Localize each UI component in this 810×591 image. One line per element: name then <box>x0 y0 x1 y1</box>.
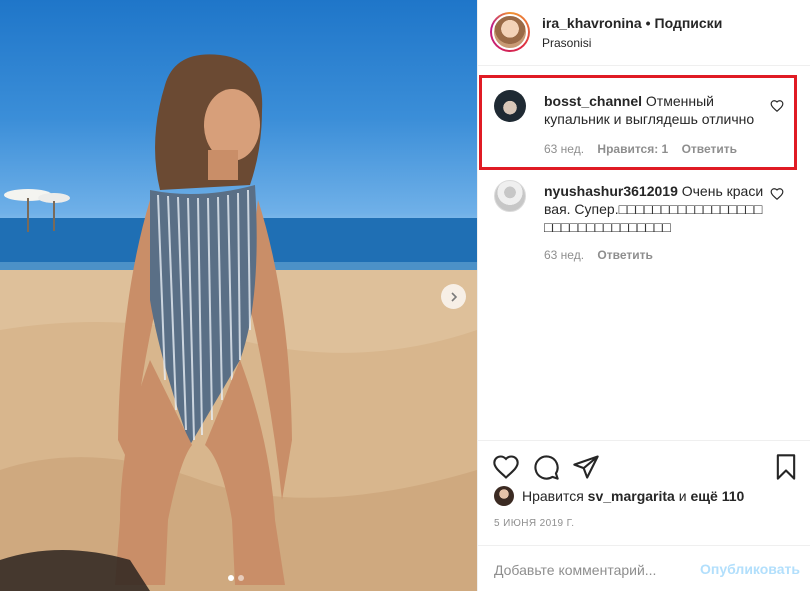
likes-prefix: Нравится <box>522 488 584 504</box>
comment-age[interactable]: 63 нед. <box>544 142 584 156</box>
liker-avatar[interactable] <box>494 486 514 506</box>
likes-summary: Нравится sv_margarita и ещё 110 <box>494 486 744 506</box>
comment-username[interactable]: bosst_channel <box>544 93 642 109</box>
heart-icon[interactable] <box>770 99 784 113</box>
heart-icon[interactable] <box>492 453 520 481</box>
add-comment-bar: Опубликовать <box>478 545 810 591</box>
reply-button[interactable]: Ответить <box>597 248 652 262</box>
comment-icon[interactable] <box>532 453 560 481</box>
comment-username[interactable]: nyushashur3612019 <box>544 183 678 199</box>
publish-button[interactable]: Опубликовать <box>700 561 800 577</box>
following-button[interactable]: Подписки <box>655 15 723 31</box>
default-avatar-icon[interactable] <box>494 180 526 212</box>
post-side-panel: ira_khavronina • Подписки Prasonisi bosst_… <box>477 0 810 591</box>
next-photo-button[interactable] <box>441 284 466 309</box>
author-username[interactable]: ira_khavronina <box>542 15 642 31</box>
post-date[interactable]: 5 июня 2019 г. <box>494 518 574 529</box>
comment-text: nyushashur3612019 Очень красивая. Супер.… <box>544 182 770 236</box>
post-photo[interactable] <box>0 0 477 591</box>
beach-photo-illustration <box>0 54 477 591</box>
likes-others-link[interactable]: ещё 110 <box>690 488 744 504</box>
reply-button[interactable]: Ответить <box>682 142 737 156</box>
comment-likes[interactable]: Нравится: 1 <box>597 142 668 156</box>
comment-meta: 63 нед. Ответить <box>544 248 663 262</box>
share-icon[interactable] <box>572 453 600 481</box>
comment-input[interactable] <box>494 560 694 580</box>
liker-username[interactable]: sv_margarita <box>588 488 675 504</box>
post-location[interactable]: Prasonisi <box>542 36 591 50</box>
user-avatar-icon[interactable] <box>494 90 526 122</box>
author-line: ira_khavronina • Подписки <box>542 15 722 31</box>
heart-icon[interactable] <box>770 187 784 201</box>
comment-age[interactable]: 63 нед. <box>544 248 584 262</box>
comments-list: bosst_channel Отменный купальник и выгля… <box>478 66 810 440</box>
comment-meta: 63 нед. Нравится: 1 Ответить <box>544 142 747 156</box>
carousel-dot <box>238 575 244 581</box>
likes-middle: и <box>678 488 687 504</box>
post-header: ira_khavronina • Подписки Prasonisi <box>478 0 810 66</box>
bookmark-icon[interactable] <box>772 453 800 481</box>
comment-text: bosst_channel Отменный купальник и выгля… <box>544 92 770 128</box>
carousel-dot-active <box>228 575 234 581</box>
header-separator: • <box>645 15 651 31</box>
post-container: ira_khavronina • Подписки Prasonisi bosst_… <box>0 0 810 591</box>
carousel-indicator <box>228 575 244 581</box>
author-avatar[interactable] <box>490 12 530 52</box>
chevron-right-icon <box>450 291 457 302</box>
